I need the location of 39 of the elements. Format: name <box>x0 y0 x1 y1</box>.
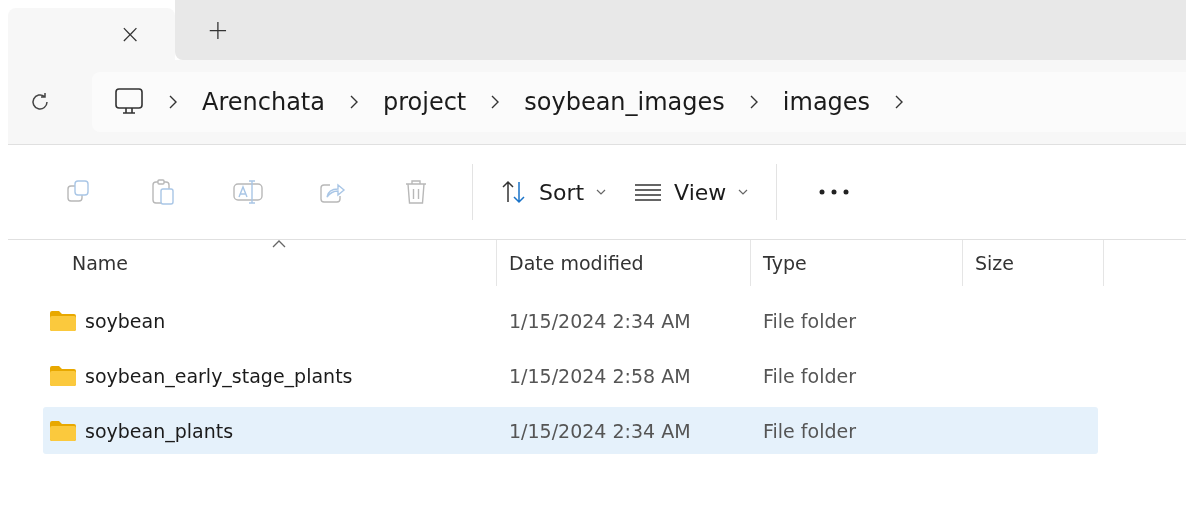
caret-icon <box>738 189 749 195</box>
column-header[interactable]: Type <box>763 252 807 274</box>
sort-button[interactable]: Sort <box>487 173 621 211</box>
folder-icon <box>49 419 77 442</box>
date-modified: 1/15/2024 2:58 AM <box>508 364 692 387</box>
list-icon <box>634 183 663 201</box>
view-button[interactable]: View <box>620 173 763 211</box>
column-header[interactable]: Name <box>72 252 129 274</box>
file-type: File folder <box>762 309 857 332</box>
folder-icon <box>49 364 77 387</box>
file-name: soybean_plants <box>85 419 234 442</box>
computer-icon[interactable] <box>114 87 144 117</box>
date-modified: 1/15/2024 2:34 AM <box>508 419 692 442</box>
refresh-icon[interactable] <box>29 91 51 113</box>
close-tab-button[interactable]: × <box>115 19 145 49</box>
breadcrumb-item[interactable]: images <box>782 88 871 116</box>
chevron-icon <box>748 95 759 109</box>
file-row[interactable]: soybean 1/15/2024 2:34 AM File folder <box>43 297 1098 344</box>
file-row[interactable]: soybean_plants 1/15/2024 2:34 AM File folder <box>43 407 1098 454</box>
caret-icon <box>596 189 607 195</box>
column-header[interactable]: Size <box>975 252 1014 274</box>
tab[interactable]: × <box>8 8 175 60</box>
chevron-icon <box>348 95 359 109</box>
file-type: File folder <box>762 419 857 442</box>
sort-icon <box>501 180 527 204</box>
file-name: soybean <box>85 309 166 332</box>
file-row[interactable]: soybean_early_stage_plants 1/15/2024 2:58 AM File folder <box>43 352 1098 399</box>
column-header[interactable]: Date modified <box>509 252 644 274</box>
breadcrumb-item[interactable]: soybean_images <box>524 88 725 116</box>
chevron-icon <box>490 95 501 109</box>
chevron-icon <box>894 95 905 109</box>
file-name: soybean_early_stage_plants <box>85 364 353 387</box>
date-modified: 1/15/2024 2:34 AM <box>508 309 692 332</box>
breadcrumb-item[interactable]: Arenchata <box>202 88 325 116</box>
chevron-icon <box>168 95 178 109</box>
new-tab-button[interactable]: + <box>203 15 233 45</box>
folder-icon <box>49 309 77 332</box>
breadcrumb-item[interactable]: project <box>382 88 467 116</box>
file-type: File folder <box>762 364 857 387</box>
